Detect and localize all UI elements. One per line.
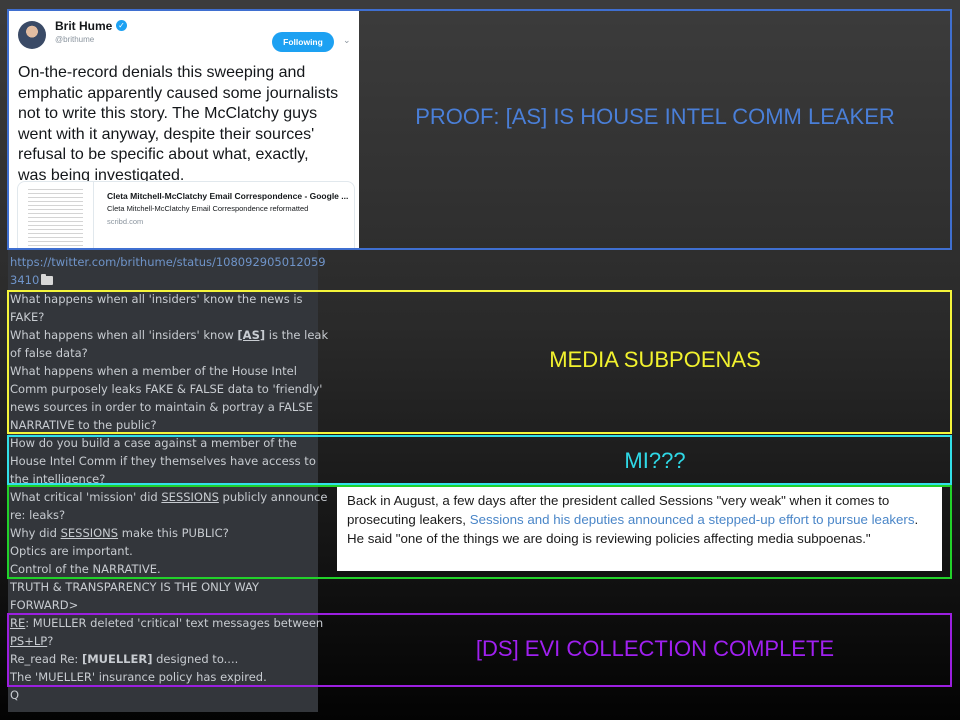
mi-label: MI??? — [624, 448, 686, 473]
sessions-frame — [7, 485, 952, 579]
proof-label: PROOF: [AS] IS HOUSE INTEL COMM LEAKER — [415, 104, 895, 129]
media-subpoenas-label: MEDIA SUBPOENAS — [549, 347, 761, 372]
ds-label: [DS] EVI COLLECTION COMPLETE — [475, 636, 835, 661]
post-line: TRUTH & TRANSPARENCY IS THE ONLY WAY — [10, 580, 260, 594]
source-url-line2[interactable]: 3410 — [10, 271, 310, 289]
post-line: FORWARD> — [10, 598, 79, 612]
source-url-link[interactable]: https://twitter.com/brithume/status/1080… — [10, 253, 326, 271]
post-signature: Q — [10, 688, 20, 702]
source-url-tail[interactable]: 3410 — [10, 273, 39, 287]
folder-icon — [41, 274, 54, 285]
